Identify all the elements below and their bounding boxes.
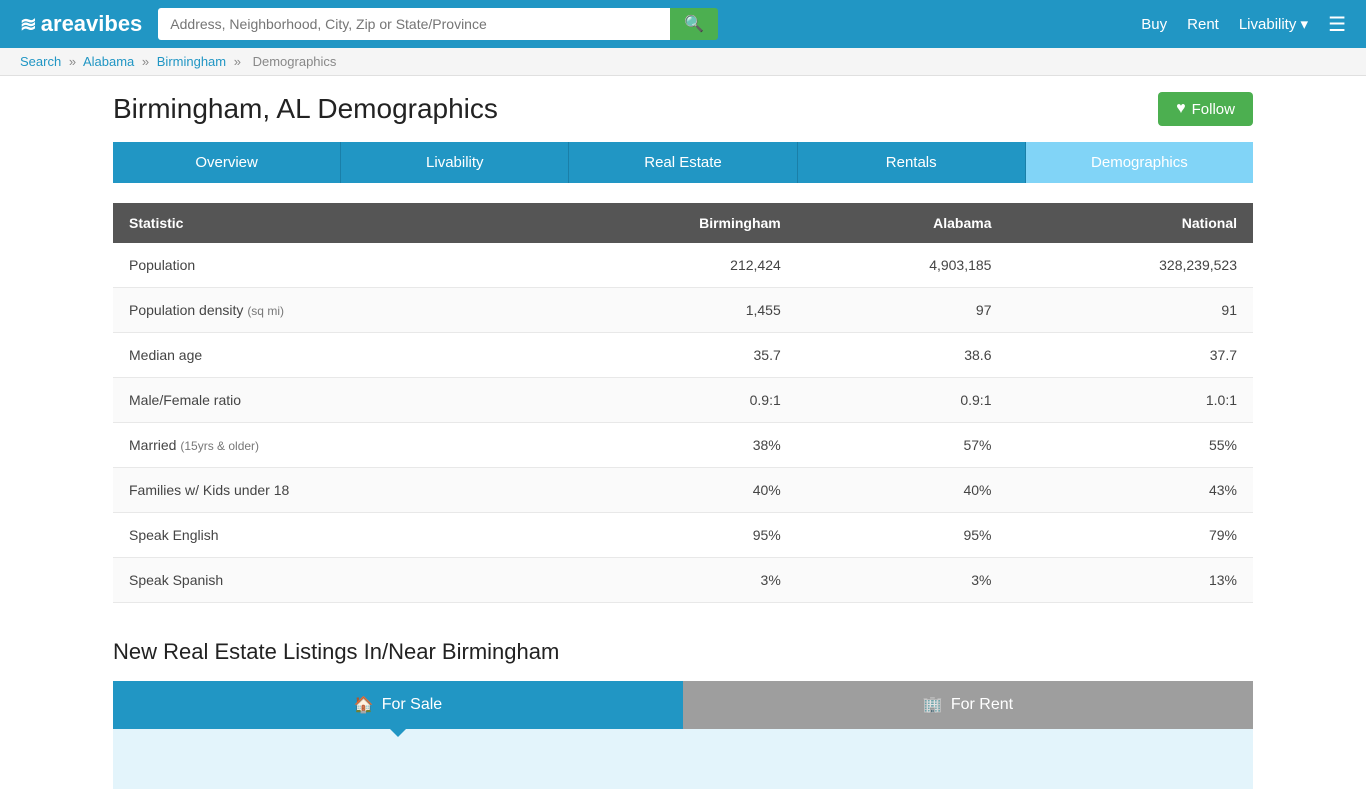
nav-buy[interactable]: Buy [1141,16,1167,33]
national-value: 1.0:1 [1007,378,1253,423]
navigation-tabs: Overview Livability Real Estate Rentals … [113,142,1253,183]
follow-label: Follow [1192,101,1235,118]
alabama-value: 40% [797,468,1008,513]
breadcrumb-sep-1: » [69,54,76,69]
search-button[interactable]: 🔍 [670,8,718,40]
stat-label-cell: Families w/ Kids under 18 [113,468,543,513]
breadcrumb-sep-2: » [142,54,149,69]
stat-label-cell: Median age [113,333,543,378]
logo-text: areavibes [41,11,143,37]
stat-label: Speak English [129,527,219,543]
table-row: Married (15yrs & older)38%57%55% [113,423,1253,468]
breadcrumb-sep-3: » [234,54,241,69]
birmingham-value: 35.7 [543,333,797,378]
table-row: Population 212,4244,903,185328,239,523 [113,243,1253,288]
national-value: 37.7 [1007,333,1253,378]
national-value: 55% [1007,423,1253,468]
breadcrumb: Search » Alabama » Birmingham » Demograp… [0,48,1366,76]
demographics-table: Statistic Birmingham Alabama National Po… [113,203,1253,603]
search-input[interactable] [158,8,670,40]
main-nav: Buy Rent Livability ▾ ☰ [1141,12,1346,37]
birmingham-value: 40% [543,468,797,513]
col-alabama: Alabama [797,203,1008,243]
tab-overview[interactable]: Overview [113,142,341,183]
stat-label-cell: Male/Female ratio [113,378,543,423]
table-row: Speak English95%95%79% [113,513,1253,558]
stat-sub: (15yrs & older) [180,439,259,453]
listing-tab-for-rent[interactable]: 🏢 For Rent [683,681,1253,729]
tab-demographics[interactable]: Demographics [1026,142,1253,183]
hamburger-menu-icon[interactable]: ☰ [1328,12,1346,37]
stat-label-cell: Speak English [113,513,543,558]
table-row: Families w/ Kids under 1840%40%43% [113,468,1253,513]
alabama-value: 95% [797,513,1008,558]
listing-content [113,729,1253,789]
page-title: Birmingham, AL Demographics [113,93,498,125]
search-bar: 🔍 [158,8,718,40]
stat-label-cell: Population density (sq mi) [113,288,543,333]
breadcrumb-current: Demographics [253,54,337,69]
table-header-row: Statistic Birmingham Alabama National [113,203,1253,243]
alabama-value: 38.6 [797,333,1008,378]
stat-label: Speak Spanish [129,572,223,588]
tab-livability[interactable]: Livability [341,142,569,183]
alabama-value: 0.9:1 [797,378,1008,423]
nav-livability[interactable]: Livability ▾ [1239,15,1308,33]
breadcrumb-state[interactable]: Alabama [83,54,134,69]
stat-label: Median age [129,347,202,363]
listings-title: New Real Estate Listings In/Near Birming… [113,639,1253,665]
stat-label-cell: Married (15yrs & older) [113,423,543,468]
birmingham-value: 0.9:1 [543,378,797,423]
logo-link[interactable]: areavibes [20,11,142,37]
stat-label: Population [129,257,195,273]
site-header: areavibes 🔍 Buy Rent Livability ▾ ☰ [0,0,1366,48]
table-row: Median age 35.738.637.7 [113,333,1253,378]
breadcrumb-city[interactable]: Birmingham [157,54,226,69]
stat-label: Families w/ Kids under 18 [129,482,289,498]
stat-label-cell: Speak Spanish [113,558,543,603]
national-value: 328,239,523 [1007,243,1253,288]
stat-label-cell: Population [113,243,543,288]
nav-rent[interactable]: Rent [1187,16,1219,33]
birmingham-value: 212,424 [543,243,797,288]
page-content: Birmingham, AL Demographics ♥ Follow Ove… [93,76,1273,805]
tab-real-estate[interactable]: Real Estate [569,142,797,183]
stat-label: Married [129,437,176,453]
col-statistic: Statistic [113,203,543,243]
search-icon: 🔍 [684,16,704,33]
alabama-value: 97 [797,288,1008,333]
heart-icon: ♥ [1176,100,1186,118]
listing-tabs: 🏠 For Sale 🏢 For Rent [113,681,1253,729]
house-icon: 🏠 [354,695,374,715]
breadcrumb-search[interactable]: Search [20,54,61,69]
national-value: 13% [1007,558,1253,603]
stat-sub: (sq mi) [247,304,284,318]
title-row: Birmingham, AL Demographics ♥ Follow [113,92,1253,126]
listing-tab-for-sale[interactable]: 🏠 For Sale [113,681,683,729]
national-value: 79% [1007,513,1253,558]
for-rent-label: For Rent [951,696,1013,714]
birmingham-value: 1,455 [543,288,797,333]
national-value: 91 [1007,288,1253,333]
logo-icon [20,11,37,37]
birmingham-value: 38% [543,423,797,468]
for-sale-label: For Sale [382,696,442,714]
col-birmingham: Birmingham [543,203,797,243]
alabama-value: 57% [797,423,1008,468]
building-icon: 🏢 [923,695,943,715]
national-value: 43% [1007,468,1253,513]
birmingham-value: 95% [543,513,797,558]
alabama-value: 4,903,185 [797,243,1008,288]
stat-label: Male/Female ratio [129,392,241,408]
table-row: Male/Female ratio0.9:10.9:11.0:1 [113,378,1253,423]
col-national: National [1007,203,1253,243]
table-row: Population density (sq mi)1,4559791 [113,288,1253,333]
stat-label: Population density [129,302,243,318]
alabama-value: 3% [797,558,1008,603]
table-row: Speak Spanish3%3%13% [113,558,1253,603]
birmingham-value: 3% [543,558,797,603]
follow-button[interactable]: ♥ Follow [1158,92,1253,126]
tab-rentals[interactable]: Rentals [798,142,1026,183]
